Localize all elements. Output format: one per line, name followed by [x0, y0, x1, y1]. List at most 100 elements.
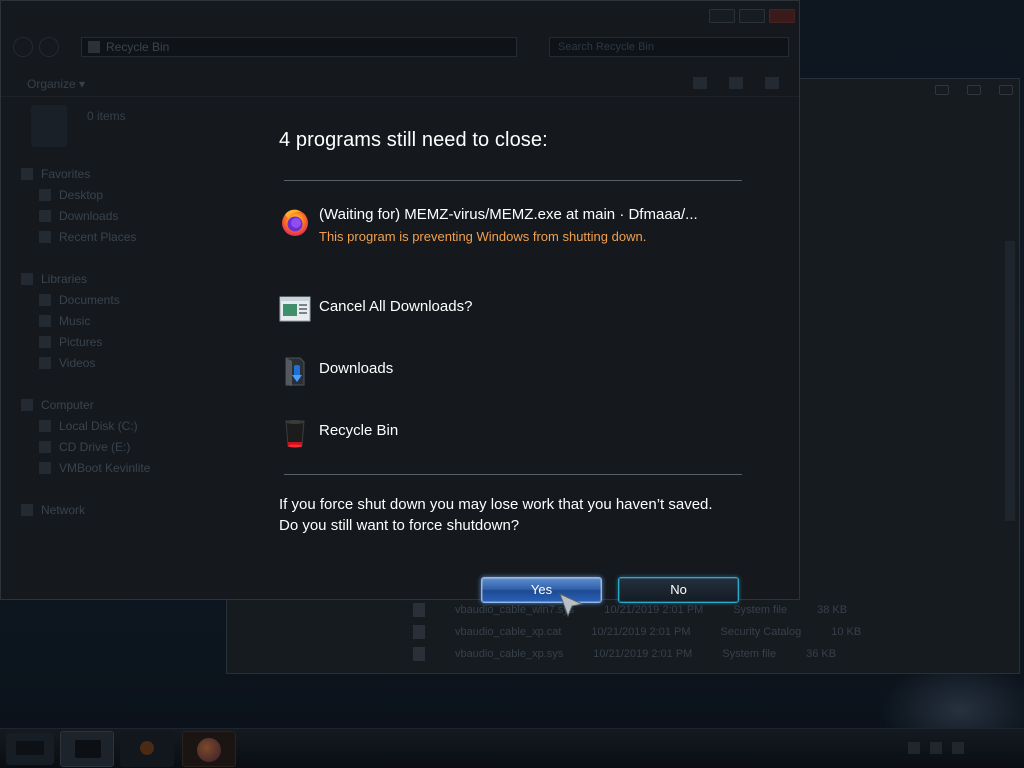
nav-item-icon: [39, 314, 51, 327]
background-window-caption-buttons: [935, 85, 1013, 95]
mouse-pointer-icon: [559, 593, 584, 618]
program-name: Cancel All Downloads?: [319, 298, 473, 315]
nav-item-icon: [21, 398, 33, 411]
taskbar-media-player-button[interactable]: [120, 731, 174, 767]
nav-item: Libraries: [21, 268, 221, 289]
maximize-icon: [967, 85, 981, 95]
close-icon: [769, 9, 795, 23]
download-dialog-icon: [279, 296, 311, 322]
recycle-bin-small-icon: [88, 41, 100, 53]
file-date: 10/21/2019 2:01 PM: [604, 604, 704, 616]
nav-item: CD Drive (E:): [21, 436, 221, 457]
view-icon: [693, 77, 707, 89]
nav-item-label: CD Drive (E:): [59, 439, 131, 454]
nav-item: Favorites: [21, 163, 221, 184]
background-scrollbar: [1005, 241, 1015, 521]
nav-item: Recent Places: [21, 226, 221, 247]
nav-item: VMBoot Kevinlite: [21, 457, 221, 478]
tray-network-icon[interactable]: [930, 742, 942, 754]
nav-item-label: Computer: [41, 397, 94, 412]
close-icon: [999, 85, 1013, 95]
forward-arrow-icon: [39, 37, 59, 57]
tray-clock[interactable]: [974, 737, 1014, 759]
file-size: 38 KB: [817, 604, 848, 616]
minimize-icon: [935, 85, 949, 95]
nav-item: Local Disk (C:): [21, 415, 221, 436]
warning-line: Do you still want to force shutdown?: [279, 517, 520, 534]
nav-item-label: Recent Places: [59, 229, 137, 244]
file-type: System file: [733, 604, 788, 616]
file-date: 10/21/2019 2:01 PM: [591, 626, 691, 638]
nav-item-icon: [39, 335, 51, 348]
nav-item: Computer: [21, 394, 221, 415]
address-text: Recycle Bin: [106, 40, 170, 54]
nav-item-label: Music: [59, 313, 91, 328]
file-type: Security Catalog: [720, 626, 802, 638]
divider: [284, 180, 742, 181]
warning-line: If you force shut down you may lose work…: [279, 496, 713, 513]
nav-item-label: Network: [41, 502, 86, 517]
file-row: vbaudio_cable_xp.cat 10/21/2019 2:01 PM …: [413, 621, 973, 643]
nav-item: Videos: [21, 352, 221, 373]
nav-item: Desktop: [21, 184, 221, 205]
organize-menu: Organize ▾: [27, 77, 86, 91]
start-button[interactable]: [6, 733, 54, 765]
nav-item: Downloads: [21, 205, 221, 226]
back-forward-buttons: [13, 37, 59, 57]
nav-item-label: Favorites: [41, 166, 91, 181]
program-name: Downloads: [319, 360, 394, 377]
nav-item-icon: [21, 503, 33, 516]
nav-item-label: VMBoot Kevinlite: [59, 460, 151, 475]
program-status: This program is preventing Windows from …: [319, 229, 647, 244]
tray-flag-icon[interactable]: [908, 742, 920, 754]
nav-item: Network: [21, 499, 221, 520]
nav-item-icon: [39, 461, 51, 474]
nav-item: Documents: [21, 289, 221, 310]
downloads-folder-icon: [285, 357, 305, 386]
explorer-toolbar: Organize ▾: [1, 71, 799, 97]
window-caption-buttons: [709, 9, 795, 23]
taskbar-firefox-button[interactable]: [182, 731, 236, 767]
dialog-title: 4 programs still need to close:: [279, 129, 548, 151]
file-size: 36 KB: [806, 648, 837, 660]
program-item-cancel-downloads: Cancel All Downloads?: [279, 293, 472, 325]
nav-item-icon: [39, 188, 51, 201]
nav-item: Music: [21, 310, 221, 331]
no-button[interactable]: No: [618, 577, 739, 603]
maximize-icon: [739, 9, 765, 23]
nav-item-label: Documents: [59, 292, 120, 307]
recycle-bin-large-icon: [31, 105, 67, 147]
program-name: Recycle Bin: [319, 422, 399, 439]
recycle-bin-icon: [285, 420, 305, 448]
program-item-recycle-bin: Recycle Bin: [279, 417, 398, 449]
tray-volume-icon[interactable]: [952, 742, 964, 754]
nav-item-label: Videos: [59, 355, 96, 370]
search-input: Search Recycle Bin: [549, 37, 789, 57]
file-row: vbaudio_cable_xp.sys 10/21/2019 2:01 PM …: [413, 643, 973, 665]
force-shutdown-warning: If you force shut down you may lose work…: [279, 494, 749, 536]
file-type: System file: [722, 648, 777, 660]
firefox-icon: [282, 209, 308, 236]
file-name: vbaudio_cable_win7.sys: [455, 604, 575, 616]
nav-item-icon: [39, 209, 51, 222]
preview-pane-icon: [729, 77, 743, 89]
taskbar-explorer-button[interactable]: [60, 731, 114, 767]
nav-item-icon: [39, 230, 51, 243]
taskbar: [0, 728, 1024, 768]
nav-item: Pictures: [21, 331, 221, 352]
nav-item-icon: [21, 272, 33, 285]
file-name: vbaudio_cable_xp.cat: [455, 626, 562, 638]
nav-item-icon: [21, 167, 33, 180]
help-icon: [765, 77, 779, 89]
file-icon: [413, 647, 425, 661]
file-icon: [413, 603, 425, 617]
nav-item-icon: [39, 293, 51, 306]
navigation-pane: Favorites Desktop Downloads Recent Places Li…: [21, 163, 221, 520]
system-tray: [908, 737, 1014, 759]
divider: [284, 474, 742, 475]
minimize-icon: [709, 9, 735, 23]
file-size: 10 KB: [831, 626, 862, 638]
file-name: vbaudio_cable_xp.sys: [455, 648, 564, 660]
program-item-downloads: Downloads: [279, 355, 393, 387]
